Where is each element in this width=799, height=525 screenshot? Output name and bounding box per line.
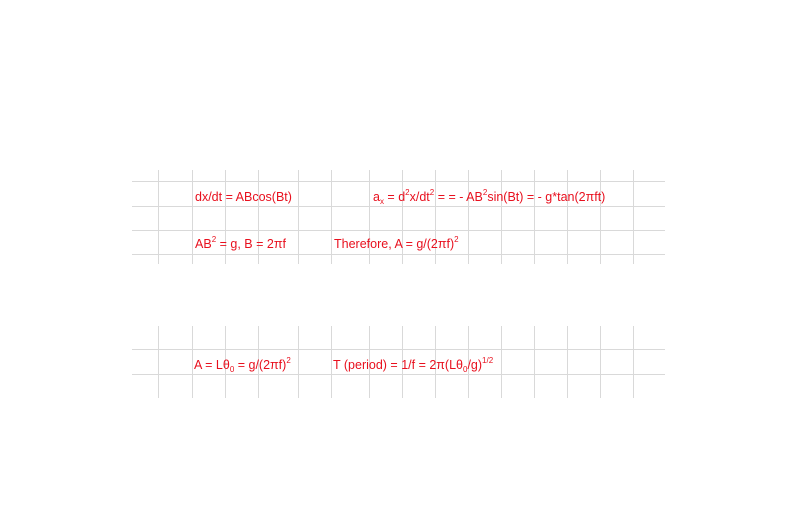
equation-ab-squared: AB2 = g, B = 2πf [195, 235, 286, 252]
equation-velocity: dx/dt = ABcos(Bt) [195, 190, 292, 204]
equation-acceleration: ax = d2x/dt2 = = - AB2sin(Bt) = - g*tan(… [373, 188, 606, 206]
equation-amplitude: A = Lθ0 = g/(2πf)2 [194, 356, 291, 374]
equation-velocity-text: dx/dt = ABcos(Bt) [195, 190, 292, 204]
equation-therefore: Therefore, A = g/(2πf)2 [334, 235, 459, 252]
equation-period: T (period) = 1/f = 2π(Lθ0/g)1/2 [333, 356, 494, 374]
